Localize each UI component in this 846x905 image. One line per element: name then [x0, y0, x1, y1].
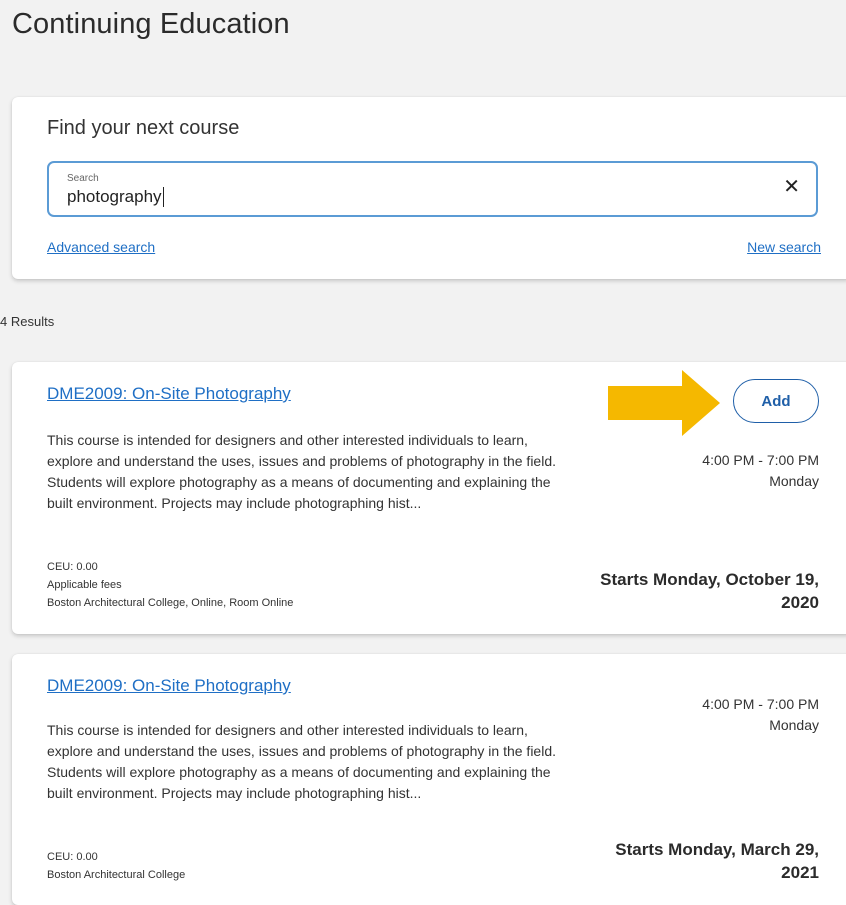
new-search-link[interactable]: New search [747, 239, 821, 255]
search-field-label: Search [67, 173, 99, 184]
course-description: This course is intended for designers an… [47, 432, 556, 511]
course-ceu: CEU: 0.00 [47, 851, 98, 863]
advanced-search-link[interactable]: Advanced search [47, 239, 155, 255]
course-fees: Applicable fees [47, 579, 122, 591]
course-card: DME2009: On-Site Photography Add This co… [12, 362, 846, 634]
course-meta: CEU: 0.00 Boston Architectural College [47, 848, 185, 884]
course-time: 4:00 PM - 7:00 PM [702, 696, 819, 712]
text-cursor [162, 187, 164, 207]
clear-search-icon[interactable]: ✕ [783, 177, 800, 197]
course-ceu: CEU: 0.00 [47, 561, 98, 573]
course-location: Boston Architectural College [47, 869, 186, 881]
arrow-right-icon [608, 370, 720, 436]
course-title-link[interactable]: DME2009: On-Site Photography [47, 384, 291, 404]
course-meta: CEU: 0.00 Applicable fees Boston Archite… [47, 558, 293, 612]
course-day: Monday [769, 473, 819, 489]
course-time: 4:00 PM - 7:00 PM [702, 452, 819, 468]
course-description: This course is intended for designers an… [47, 722, 556, 801]
results-count: 4 Results [0, 314, 55, 329]
course-title-link[interactable]: DME2009: On-Site Photography [47, 676, 291, 696]
page-title: Continuing Education [12, 8, 290, 40]
search-input[interactable]: Search photography ✕ [47, 161, 818, 217]
course-location: Boston Architectural College, Online, Ro… [47, 597, 294, 609]
course-start-date: Starts Monday, March 29, 2021 [615, 840, 819, 882]
course-schedule: 4:00 PM - 7:00 PM Monday [702, 450, 819, 492]
search-panel: Find your next course Search photography… [12, 97, 846, 279]
course-schedule: 4:00 PM - 7:00 PM Monday [702, 694, 819, 736]
search-heading: Find your next course [47, 117, 240, 139]
course-card: DME2009: On-Site Photography 4:00 PM - 7… [12, 654, 846, 905]
search-input-value[interactable]: photography [67, 187, 164, 207]
course-start-date: Starts Monday, October 19, 2020 [600, 570, 819, 612]
add-course-button[interactable]: Add [733, 379, 819, 423]
search-query-text: photography [67, 187, 162, 206]
course-day: Monday [769, 717, 819, 733]
